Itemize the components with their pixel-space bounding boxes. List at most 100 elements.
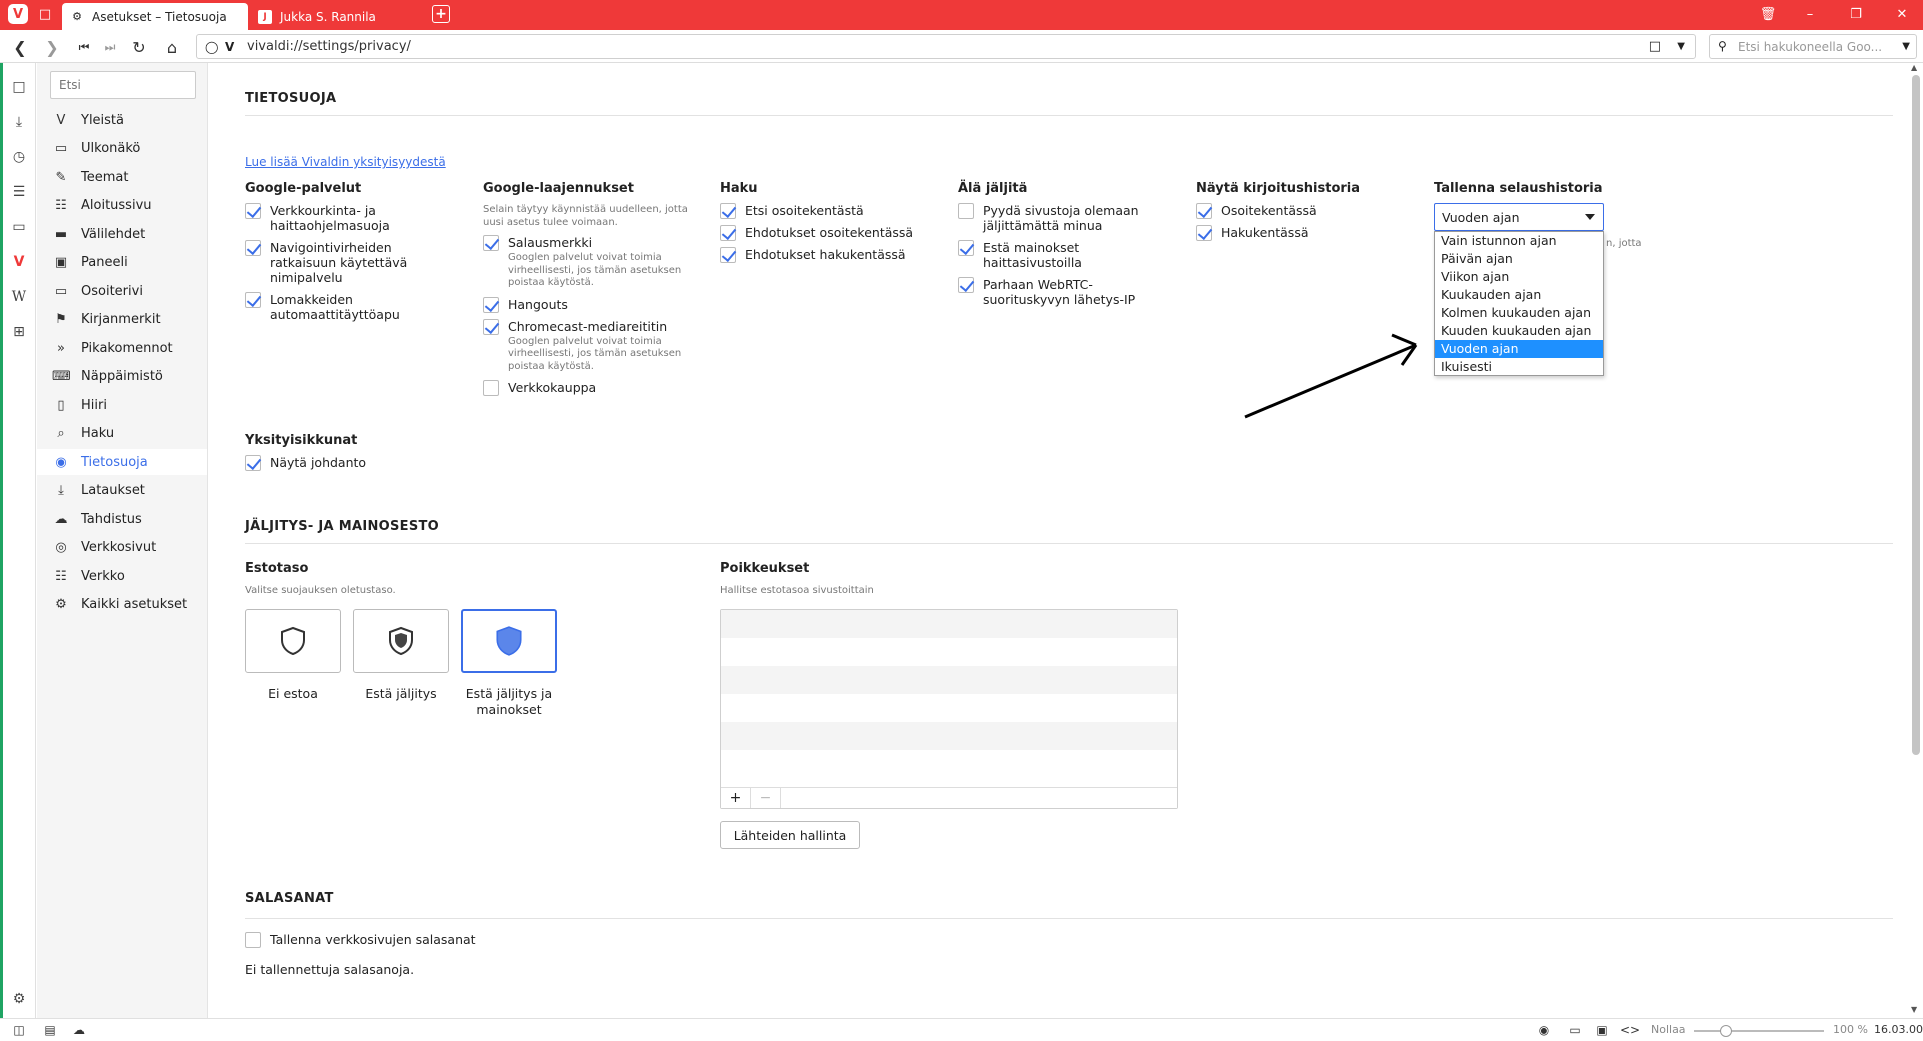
checkbox[interactable] bbox=[958, 277, 974, 293]
checkbox[interactable] bbox=[245, 240, 261, 256]
add-exception-button[interactable]: + bbox=[721, 788, 751, 808]
vivaldi-menu-icon[interactable]: V bbox=[8, 4, 28, 24]
checkbox[interactable] bbox=[958, 240, 974, 256]
trash-icon[interactable]: 🗑 bbox=[1757, 3, 1779, 25]
dropdown-option[interactable]: Viikon ajan bbox=[1435, 268, 1603, 286]
checkbox-row[interactable]: Verkkourkinta- ja haittaohjelmasuoja bbox=[245, 203, 455, 233]
tab-jukka[interactable]: J Jukka S. Rannila bbox=[250, 3, 428, 30]
history-duration-dropdown[interactable]: Vain istunnon ajan Päivän ajan Viikon ajan… bbox=[1434, 231, 1604, 376]
checkbox-row[interactable]: Hangouts bbox=[483, 296, 693, 313]
wikipedia-panel-icon[interactable]: W bbox=[9, 287, 29, 307]
nav-item-9[interactable]: ⌨ Näppäimistö bbox=[37, 364, 207, 390]
dropdown-option[interactable]: Vuoden ajan bbox=[1435, 340, 1603, 358]
dropdown-option[interactable]: Kuukauden ajan bbox=[1435, 286, 1603, 304]
nav-item-11[interactable]: ⌕ Haku bbox=[37, 421, 207, 447]
nav-item-4[interactable]: ▬ Välilehdet bbox=[37, 221, 207, 247]
dropdown-option[interactable]: Vain istunnon ajan bbox=[1435, 232, 1603, 250]
code-icon[interactable]: <> bbox=[1620, 1022, 1640, 1038]
checkbox-row[interactable]: Chromecast-mediareititin Googlen palvelut… bbox=[483, 318, 693, 374]
dropdown-option[interactable]: Kuuden kuukauden ajan bbox=[1435, 322, 1603, 340]
checkbox[interactable] bbox=[483, 235, 499, 251]
page-icon[interactable]: □ bbox=[34, 3, 56, 25]
checkbox-row[interactable]: Estä mainokset haittasivustoilla bbox=[958, 240, 1168, 270]
notes-panel-icon[interactable]: ☰ bbox=[9, 182, 29, 202]
checkbox[interactable] bbox=[958, 203, 974, 219]
scroll-thumb[interactable] bbox=[1912, 75, 1920, 755]
panel-toggle-icon[interactable]: ◫ bbox=[10, 1022, 28, 1038]
scroll-down-icon[interactable]: ▼ bbox=[1911, 1005, 1917, 1014]
checkbox[interactable] bbox=[483, 318, 499, 335]
zoom-slider-knob[interactable] bbox=[1720, 1025, 1732, 1037]
window-icon[interactable]: ▭ bbox=[1566, 1022, 1584, 1038]
window-panel-icon[interactable]: ▭ bbox=[9, 217, 29, 237]
checkbox-row[interactable]: Hakukentässä bbox=[1196, 225, 1406, 241]
nav-item-17[interactable]: ⚙ Kaikki asetukset bbox=[37, 592, 207, 618]
history-duration-select[interactable]: Vuoden ajan bbox=[1434, 203, 1604, 231]
vivaldi-panel-icon[interactable]: V bbox=[9, 252, 29, 272]
nav-item-6[interactable]: ▭ Osoiterivi bbox=[37, 278, 207, 304]
tab-settings[interactable]: ⚙ Asetukset – Tietosuoja bbox=[62, 3, 248, 30]
checkbox-row[interactable]: Navigointivirheiden ratkaisuun käytettäv… bbox=[245, 240, 455, 285]
search-engine-field[interactable]: ⚲ Etsi hakukoneella Goo... ▼ bbox=[1709, 34, 1917, 59]
blocking-level-trackers-ads[interactable] bbox=[461, 609, 557, 673]
checkbox[interactable] bbox=[720, 225, 736, 241]
checkbox-row[interactable]: Parhaan WebRTC-suorituskyvyn lähetys-IP bbox=[958, 277, 1168, 307]
checkbox-row[interactable]: Näytä johdanto bbox=[245, 455, 455, 471]
image-icon[interactable]: ▣ bbox=[1593, 1022, 1611, 1038]
history-panel-icon[interactable]: ◷ bbox=[9, 147, 29, 167]
checkbox-row[interactable]: Lomakkeiden automaattitäyttöapu bbox=[245, 292, 455, 322]
privacy-learn-more-link[interactable]: Lue lisää Vivaldin yksityisyydestä bbox=[245, 155, 446, 169]
blocking-level-none[interactable] bbox=[245, 609, 341, 673]
checkbox-row[interactable]: Salausmerkki Googlen palvelut voivat toim… bbox=[483, 235, 693, 290]
nav-item-8[interactable]: » Pikakomennot bbox=[37, 335, 207, 361]
nav-item-14[interactable]: ☁ Tahdistus bbox=[37, 506, 207, 532]
nav-item-2[interactable]: ✎ Teemat bbox=[37, 164, 207, 190]
forward-icon[interactable]: ❯ bbox=[40, 35, 64, 59]
chevron-down-icon[interactable]: ▼ bbox=[1902, 41, 1910, 52]
nav-item-12[interactable]: ◉ Tietosuoja bbox=[37, 449, 207, 475]
checkbox[interactable] bbox=[245, 292, 261, 308]
checkbox-row[interactable]: Osoitekentässä bbox=[1196, 203, 1406, 219]
nav-item-0[interactable]: V Yleistä bbox=[37, 107, 207, 133]
zoom-slider[interactable] bbox=[1694, 1025, 1824, 1037]
reload-icon[interactable]: ↻ bbox=[127, 35, 151, 59]
scrollbar[interactable]: ▲ ▼ bbox=[1908, 63, 1923, 1018]
checkbox[interactable] bbox=[245, 455, 261, 471]
nav-item-7[interactable]: ⚑ Kirjanmerkit bbox=[37, 307, 207, 333]
remove-exception-button[interactable]: − bbox=[751, 788, 781, 808]
nav-item-3[interactable]: ☷ Aloitussivu bbox=[37, 193, 207, 219]
minimize-icon[interactable]: – bbox=[1799, 3, 1821, 25]
checkbox[interactable] bbox=[1196, 203, 1212, 219]
url-text[interactable]: vivaldi://settings/privacy/ bbox=[247, 39, 411, 54]
tab-tiling-icon[interactable]: ▤ bbox=[41, 1022, 59, 1038]
checkbox-row[interactable]: Etsi osoitekentästä bbox=[720, 203, 930, 219]
sync-cloud-icon[interactable]: ☁ bbox=[70, 1022, 88, 1038]
url-field[interactable]: ◯ V vivaldi://settings/privacy/ □ ▼ bbox=[196, 34, 1696, 59]
downloads-panel-icon[interactable]: ⤓ bbox=[9, 112, 29, 132]
checkbox[interactable] bbox=[1196, 225, 1212, 241]
close-icon[interactable]: ✕ bbox=[1891, 3, 1913, 25]
checkbox[interactable] bbox=[483, 296, 499, 313]
checkbox-row[interactable]: Ehdotukset hakukentässä bbox=[720, 247, 930, 263]
rewind-icon[interactable]: ⏮ bbox=[72, 35, 96, 59]
checkbox-row[interactable]: Verkkokauppa bbox=[483, 380, 693, 396]
save-passwords-checkbox-row[interactable]: Tallenna verkkosivujen salasanat bbox=[245, 932, 545, 948]
back-icon[interactable]: ❮ bbox=[8, 35, 32, 59]
restore-icon[interactable]: ❐ bbox=[1845, 3, 1867, 25]
dropdown-option[interactable]: Ikuisesti bbox=[1435, 358, 1603, 376]
camera-icon[interactable]: ◉ bbox=[1535, 1022, 1553, 1038]
checkbox[interactable] bbox=[245, 203, 261, 219]
home-icon[interactable]: ⌂ bbox=[160, 35, 184, 59]
manage-sources-button[interactable]: Lähteiden hallinta bbox=[720, 821, 860, 849]
checkbox-row[interactable]: Pyydä sivustoja olemaan jäljittämättä mi… bbox=[958, 203, 1168, 233]
checkbox-row[interactable]: Ehdotukset osoitekentässä bbox=[720, 225, 930, 241]
fast-forward-icon[interactable]: ⏭ bbox=[98, 35, 122, 59]
settings-gear-icon[interactable]: ⚙ bbox=[9, 989, 29, 1009]
exceptions-list[interactable]: + − bbox=[720, 609, 1178, 809]
checkbox[interactable] bbox=[720, 247, 736, 263]
checkbox[interactable] bbox=[483, 380, 499, 396]
blocking-level-trackers[interactable] bbox=[353, 609, 449, 673]
dropdown-option[interactable]: Kolmen kuukauden ajan bbox=[1435, 304, 1603, 322]
zoom-reset-label[interactable]: Nollaa bbox=[1651, 1023, 1686, 1036]
nav-item-16[interactable]: ☷ Verkko bbox=[37, 563, 207, 589]
